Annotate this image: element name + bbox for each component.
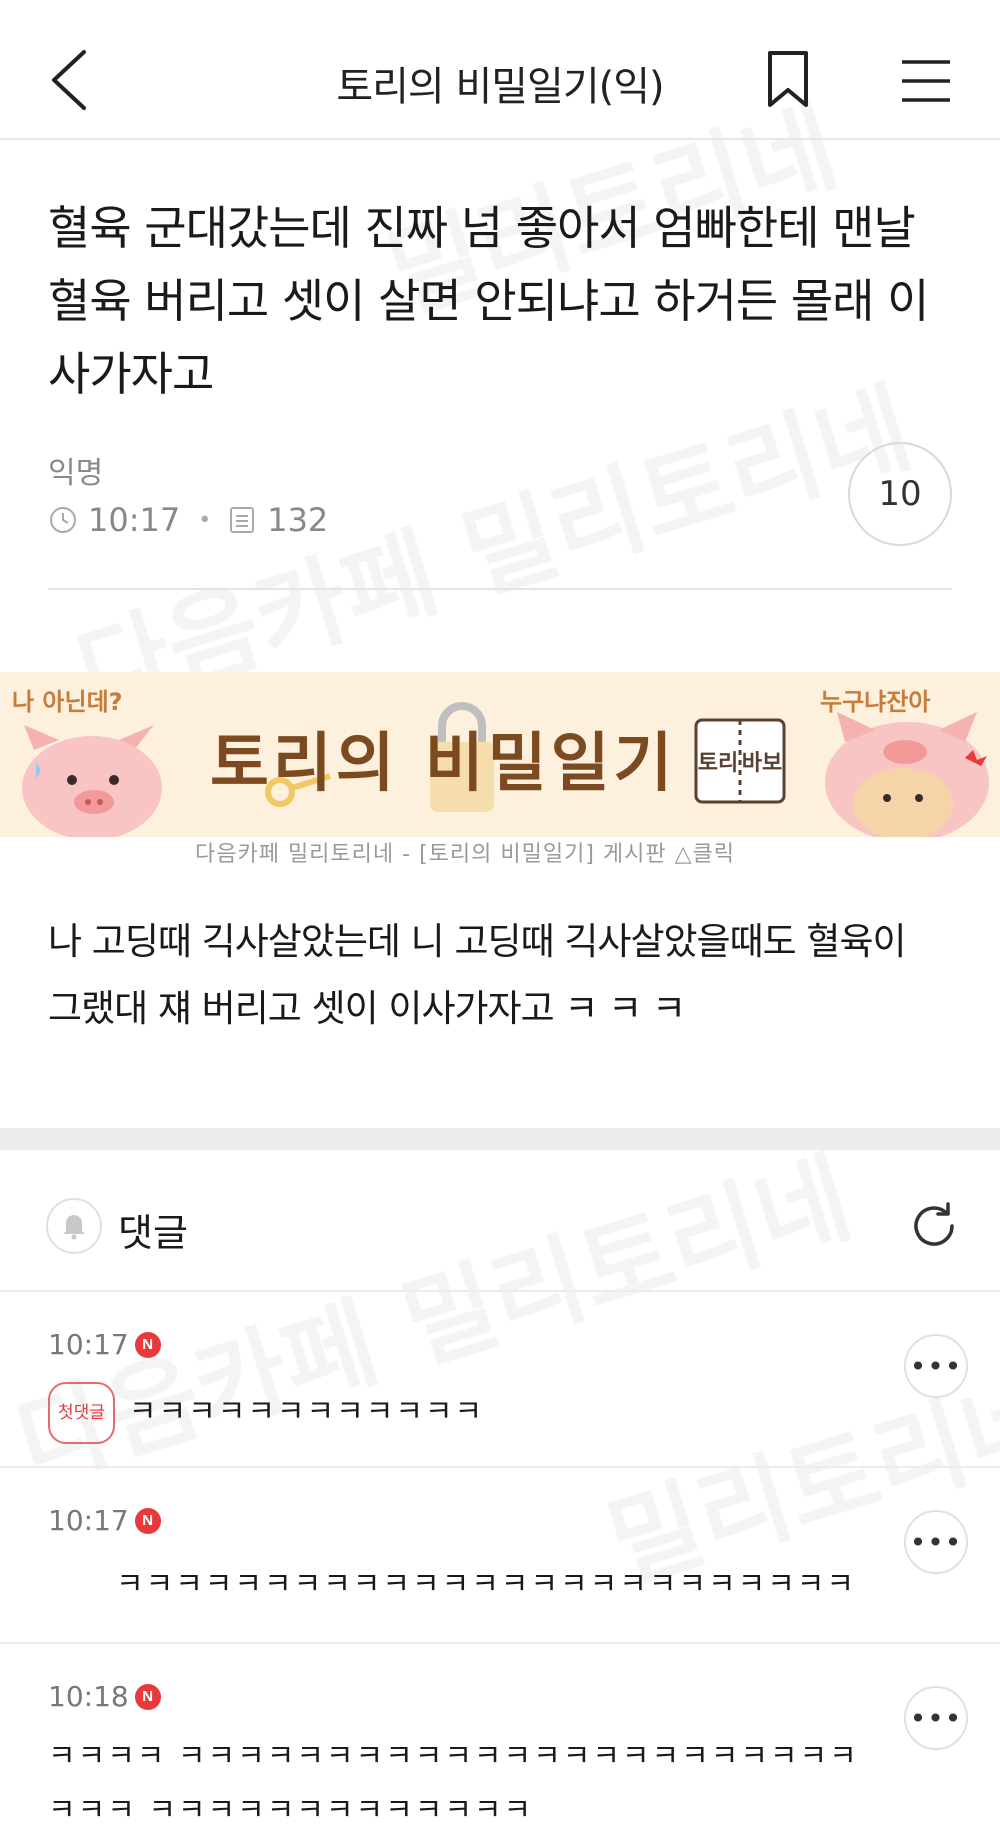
view-count-icon (230, 507, 255, 533)
comment-text: ㅋㅋㅋㅋㅋㅋㅋㅋㅋㅋㅋㅋ (128, 1394, 485, 1430)
new-badge: N (134, 1683, 161, 1710)
first-comment-badge: 첫댓글 (48, 1382, 115, 1444)
comment-item: 10:17 N ••• ㅋㅋㅋㅋㅋㅋㅋㅋㅋㅋㅋㅋㅋㅋㅋㅋㅋㅋㅋㅋㅋㅋㅋㅋㅋ (0, 1468, 1000, 1644)
new-badge: N (134, 1331, 161, 1358)
notification-bell-button[interactable] (46, 1198, 102, 1254)
more-options-button[interactable]: ••• (904, 1686, 968, 1750)
board-banner[interactable]: 나 아닌데? 누구냐잔아 토리의 비밀일기 토리 바보 (0, 672, 1000, 837)
author-name: 익명 (48, 456, 104, 491)
comment-text: ㅋㅋㅋㅋ ㅋㅋㅋㅋㅋㅋㅋㅋㅋㅋㅋㅋㅋㅋㅋㅋㅋㅋㅋㅋㅋㅋㅋㅋㅋㅋ ㅋㅋㅋㅋㅋㅋㅋㅋ… (48, 1739, 859, 1828)
section-divider (0, 1128, 1000, 1150)
view-count: 132 (267, 501, 329, 539)
post-time: 10:17 (88, 501, 181, 539)
top-bar: 토리의 비밀일기(익) (0, 0, 1000, 140)
banner-left-text: 나 아닌데? (12, 688, 123, 716)
comment-time: 10:17 (48, 1504, 129, 1537)
pig-cat-illustration (825, 712, 989, 837)
comment-text: ㅋㅋㅋㅋㅋㅋㅋㅋㅋㅋㅋㅋㅋㅋㅋㅋㅋㅋㅋㅋㅋㅋㅋㅋㅋ (116, 1567, 856, 1602)
comment-time: 10:18 (48, 1680, 129, 1713)
book-text: 토리 (698, 751, 738, 776)
book-text: 바보 (742, 751, 782, 776)
article-body: 나 고딩때 긱사살았는데 니 고딩때 긱사살았을때도 혈육이 그랬대 쟤 버리고… (48, 920, 907, 1030)
page-title: 토리의 비밀일기(익) (336, 64, 664, 110)
comment-text-row: 첫댓글 ㅋㅋㅋㅋㅋㅋㅋㅋㅋㅋㅋㅋ (48, 1382, 484, 1444)
comments-label: 댓글 (118, 1211, 188, 1255)
hamburger-menu-icon[interactable] (900, 58, 952, 104)
comment-meta: 10:17 N (48, 1504, 161, 1537)
comment-count-button[interactable]: 10 (848, 442, 952, 546)
article-meta: 10:17 • 132 (48, 500, 328, 540)
comment-meta: 10:18 N (48, 1680, 161, 1713)
more-options-button[interactable]: ••• (904, 1334, 968, 1398)
banner-title: 토리의 비밀일기 (210, 727, 677, 801)
book-illustration: 토리 바보 (694, 718, 786, 804)
clock-icon (50, 507, 76, 533)
separator-dot: • (198, 507, 212, 533)
new-badge: N (134, 1507, 161, 1534)
bell-icon (63, 1215, 85, 1240)
divider (48, 588, 952, 590)
more-options-button[interactable]: ••• (904, 1510, 968, 1574)
comment-meta: 10:17 N (48, 1328, 161, 1361)
bookmark-icon[interactable] (765, 50, 811, 108)
pig-illustration (22, 725, 162, 837)
banner-caption-link[interactable]: 다음카페 밀리토리네 - [토리의 비밀일기] 게시판 △클릭 (0, 836, 930, 868)
comment-time: 10:17 (48, 1328, 129, 1361)
comment-item: 10:18 N ••• ㅋㅋㅋㅋ ㅋㅋㅋㅋㅋㅋㅋㅋㅋㅋㅋㅋㅋㅋㅋㅋㅋㅋㅋㅋㅋㅋㅋ… (0, 1644, 1000, 1839)
refresh-icon[interactable] (906, 1198, 962, 1254)
comment-item: 10:17 N ••• 첫댓글 ㅋㅋㅋㅋㅋㅋㅋㅋㅋㅋㅋㅋ (0, 1292, 1000, 1468)
article-title: 혈육 군대갔는데 진짜 넘 좋아서 엄빠한테 맨날 혈육 버리고 셋이 살면 안… (48, 201, 929, 401)
comments-header: 댓글 (0, 1150, 1000, 1292)
